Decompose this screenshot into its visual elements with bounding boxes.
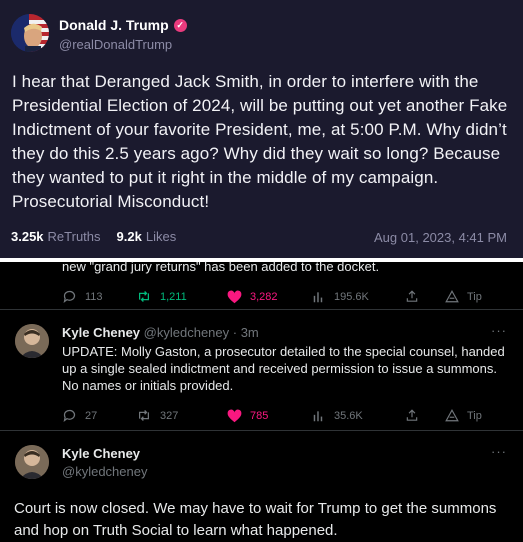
tweet-separator [0,430,523,431]
reply-icon [63,409,76,422]
retweet-icon [139,291,149,302]
tweet2-author-name[interactable]: Kyle Cheney [62,325,140,340]
post-date[interactable]: Aug 01, 2023, 4:41 PM [374,230,507,245]
reply-button[interactable]: 113 [62,289,136,304]
share-icon [406,290,418,302]
retruths-label[interactable]: ReTruths [48,229,101,244]
retweet-count: 327 [160,409,179,422]
tweet3-text: Court is now closed. We may have to wait… [14,500,497,539]
truncated-tweet-text: new "grand jury returns" has been added … [62,259,380,274]
like-count: 785 [250,409,269,422]
tweet3-author-name[interactable]: Kyle Cheney [62,446,140,461]
share-icon [406,409,418,421]
more-icon[interactable]: ··· [491,444,507,459]
tweet2-header: Kyle Cheney @kyledcheney · 3m [62,325,259,340]
views-icon [313,410,323,421]
tweet2-meta[interactable]: @kyledcheney · 3m [144,325,259,340]
author-handle[interactable]: @realDonaldTrump [59,37,172,52]
retweet-button[interactable]: 1,211 [136,289,227,304]
heart-icon [227,409,242,422]
retweet-count: 1,211 [160,290,187,303]
truth-social-post: Donald J. Trump ✓ @realDonaldTrump I hea… [0,0,523,258]
tweet1-action-bar: 113 1,211 3,282 195.6K Tip [62,289,485,304]
reply-count: 113 [85,290,103,303]
views-icon [313,291,323,302]
reply-count: 27 [85,409,98,422]
truth-body: I hear that Deranged Jack Smith, in orde… [12,72,508,211]
tweet2-action-bar: 27 327 785 35.6K Tip [62,408,485,423]
author-name-text[interactable]: Donald J. Trump [59,17,169,33]
tweet-separator [0,309,523,310]
verified-badge-icon: ✓ [173,18,187,32]
tip-button[interactable]: Tip [445,409,485,422]
likes-count[interactable]: 9.2k [117,229,142,244]
views-button[interactable]: 35.6K [312,409,405,423]
twitter-thread: new "grand jury returns" has been added … [0,259,523,539]
tip-label: Tip [467,409,482,422]
retruths-count[interactable]: 3.25k [11,229,44,244]
share-button[interactable] [405,408,445,423]
likes-label[interactable]: Likes [146,229,176,244]
more-icon[interactable]: ··· [491,323,507,338]
heart-icon [227,290,242,303]
retweet-icon [139,410,149,421]
tip-label: Tip [467,290,482,303]
like-count: 3,282 [250,290,278,303]
tip-button[interactable]: Tip [445,290,485,303]
kyle-cheney-avatar[interactable] [15,445,49,479]
tweet3-author-handle[interactable]: @kyledcheney [62,464,147,479]
reply-button[interactable]: 27 [62,408,136,423]
retweet-button[interactable]: 327 [136,408,227,423]
truth-stats: 3.25k ReTruths 9.2k Likes [11,229,176,244]
like-button[interactable]: 3,282 [227,290,312,304]
tip-icon [445,409,459,422]
tip-icon [445,290,459,303]
trump-avatar[interactable] [11,14,49,52]
author-name[interactable]: Donald J. Trump ✓ [59,17,187,33]
reply-icon [63,290,76,303]
tweet2-text: UPDATE: Molly Gaston, a prosecutor detai… [62,344,505,393]
kyle-cheney-avatar[interactable] [15,324,49,358]
views-button[interactable]: 195.6K [312,290,405,304]
views-count: 195.6K [334,290,369,303]
views-count: 35.6K [334,409,363,422]
like-button[interactable]: 785 [227,409,312,423]
share-button[interactable] [405,289,445,304]
